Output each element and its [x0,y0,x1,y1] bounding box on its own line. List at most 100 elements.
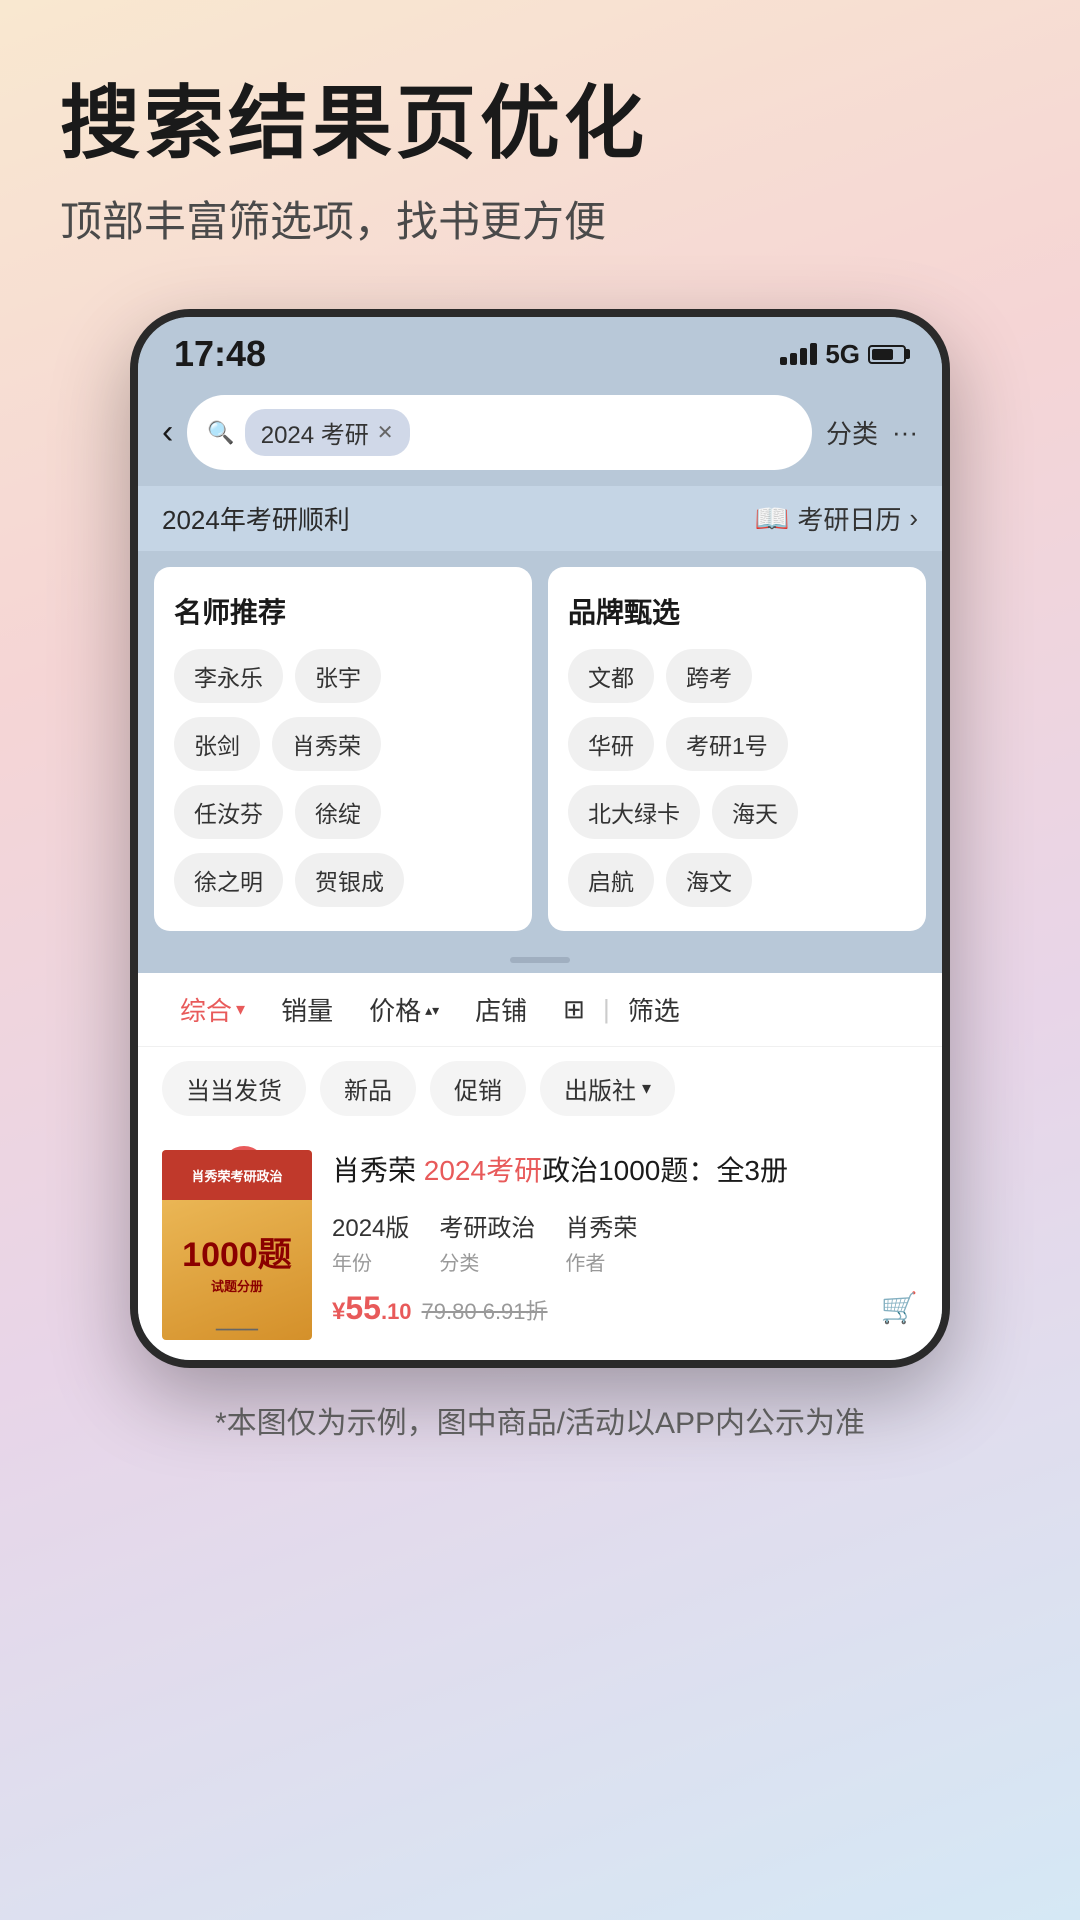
price-main: ¥55.10 [332,1290,412,1327]
search-tag[interactable]: 2024 考研 ✕ [245,409,410,456]
filter-tag-wendu[interactable]: 文都 [568,649,654,703]
quick-tag-dandang[interactable]: 当当发货 [162,1061,306,1116]
meta-year-value: 2024版 [332,1208,409,1243]
filter-row: 文都 跨考 [568,649,906,703]
filter-tag-zhangyu[interactable]: 张宇 [295,649,381,703]
sort-price-arrow-icon: ▴▾ [425,1003,439,1017]
sub-title: 顶部丰富筛选项，找书更方便 [60,188,1020,249]
meta-category-label: 分类 [439,1247,535,1276]
banner-strip: 2024年考研顺利 📖 考研日历 › [138,486,942,551]
product-highlight-text: 2024考研 [424,1155,542,1186]
quick-tag-dandang-text: 当当发货 [186,1071,282,1106]
book-bottom-text: ━━━━━━━ [162,1321,312,1340]
price-integer: 55 [345,1290,381,1326]
quick-filters-bar: 当当发货 新品 促销 出版社 ▾ [138,1047,942,1130]
sort-item-sales[interactable]: 销量 [263,991,351,1028]
filter-tag-qihang[interactable]: 启航 [568,853,654,907]
banner-right-text: 考研日历 [797,500,901,537]
meta-category: 考研政治 分类 [439,1208,535,1276]
sort-label-comprehensive: 综合 [180,991,232,1028]
header-area: 搜索结果页优化 顶部丰富筛选项，找书更方便 [0,0,1080,289]
product-title-rest: 政治1000题：全3册 [542,1155,788,1186]
filter-tag-heyincheng[interactable]: 贺银成 [295,853,404,907]
book-icon: 📖 [754,502,789,535]
main-title: 搜索结果页优化 [60,80,1020,168]
quick-tag-new[interactable]: 新品 [320,1061,416,1116]
filter-label: 筛选 [628,991,680,1028]
banner-right[interactable]: 📖 考研日历 › [754,500,918,537]
filter-tag-haitian[interactable]: 海天 [712,785,798,839]
brand-tags: 文都 跨考 华研 考研1号 北大绿卡 海天 启航 海文 [568,649,906,907]
search-icon: 🔍 [207,420,234,446]
sort-bar: 综合 ▾ 销量 价格 ▴▾ 店铺 ⊞ | 筛选 [138,973,942,1047]
product-image-container: 当当 肖秀荣考研政治 1000题 试题分册 ━━━━━━━ [162,1150,312,1340]
back-button[interactable]: ‹ [162,413,173,452]
filter-row: 李永乐 张宇 [174,649,512,703]
price-row: ¥55.10 79.80 6.91折 [332,1290,548,1327]
search-box[interactable]: 🔍 2024 考研 ✕ [187,395,812,470]
filter-tag-zhangjian[interactable]: 张剑 [174,717,260,771]
meta-category-value: 考研政治 [439,1208,535,1243]
filter-tag-beida[interactable]: 北大绿卡 [568,785,700,839]
filter-row: 徐之明 贺银成 [174,853,512,907]
sort-label-shop: 店铺 [475,991,527,1028]
filter-row: 启航 海文 [568,853,906,907]
sort-item-shop[interactable]: 店铺 [457,991,545,1028]
filter-row: 华研 考研1号 [568,717,906,771]
book-number-text: 1000题 [182,1227,292,1276]
phone-mockup: 17:48 5G ‹ 🔍 [130,309,950,1368]
product-title: 肖秀荣 2024考研政治1000题：全3册 [332,1150,918,1192]
sort-label-sales: 销量 [281,991,333,1028]
sort-item-comprehensive[interactable]: 综合 ▾ [162,991,263,1028]
famous-teacher-tags: 李永乐 张宇 张剑 肖秀荣 任汝芬 徐绽 徐之明 贺银成 [174,649,512,907]
scroll-indicator [138,947,942,973]
filter-tag-renrufen[interactable]: 任汝芬 [174,785,283,839]
quick-tag-publisher[interactable]: 出版社 ▾ [540,1061,675,1116]
product-item[interactable]: 当当 肖秀荣考研政治 1000题 试题分册 ━━━━━━━ 肖秀荣 2024考研… [138,1130,942,1360]
filter-tag-kaoyanhao[interactable]: 考研1号 [666,717,788,771]
status-time: 17:48 [174,333,266,375]
filter-tag-xuzhiming[interactable]: 徐之明 [174,853,283,907]
meta-year-label: 年份 [332,1247,409,1276]
filter-tag-xiaoxurong[interactable]: 肖秀荣 [272,717,381,771]
meta-author-label: 作者 [565,1247,637,1276]
famous-teacher-card: 名师推荐 李永乐 张宇 张剑 肖秀荣 任汝芬 徐绽 徐之明 [154,567,532,931]
banner-left-text: 2024年考研顺利 [162,500,350,537]
quick-tag-publisher-text: 出版社 [564,1071,636,1106]
quick-tag-promo[interactable]: 促销 [430,1061,526,1116]
meta-year: 2024版 年份 [332,1208,409,1276]
filter-tag-huayan[interactable]: 华研 [568,717,654,771]
filter-row: 北大绿卡 海天 [568,785,906,839]
footer-note-text: *本图仅为示例，图中商品/活动以APP内公示为准 [215,1407,865,1440]
battery-icon [868,345,906,364]
add-to-cart-button[interactable]: 🛒 [881,1291,918,1326]
search-tag-close-icon[interactable]: ✕ [377,420,394,445]
more-button[interactable]: ··· [892,417,918,448]
quick-tag-new-text: 新品 [344,1071,392,1106]
chevron-right-icon: › [909,503,918,534]
filter-tag-xuzhan[interactable]: 徐绽 [295,785,381,839]
status-icons: 5G [780,339,906,370]
price-old: 79.80 6.91折 [422,1294,548,1326]
price-cart-row: ¥55.10 79.80 6.91折 🛒 [332,1290,918,1327]
status-bar: 17:48 5G [138,317,942,383]
filter-btn[interactable]: 筛选 [610,991,698,1028]
classify-button[interactable]: 分类 [826,414,878,451]
search-area: ‹ 🔍 2024 考研 ✕ 分类 ··· [138,383,942,486]
quick-tag-promo-text: 促销 [454,1071,502,1106]
brand-card: 品牌甄选 文都 跨考 华研 考研1号 北大绿卡 海天 启航 [548,567,926,931]
filter-tag-kuakao[interactable]: 跨考 [666,649,752,703]
meta-author: 肖秀荣 作者 [565,1208,637,1276]
filter-tag-haiwen[interactable]: 海文 [666,853,752,907]
filter-tag-liyongle[interactable]: 李永乐 [174,649,283,703]
sort-item-price[interactable]: 价格 ▴▾ [351,991,457,1028]
footer-note: *本图仅为示例，图中商品/活动以APP内公示为准 [0,1368,1080,1472]
brand-title: 品牌甄选 [568,591,906,631]
meta-author-value: 肖秀荣 [565,1208,637,1243]
price-decimal: .10 [381,1299,412,1324]
book-cover-image: 肖秀荣考研政治 1000题 试题分册 ━━━━━━━ [162,1150,312,1340]
filter-row: 张剑 肖秀荣 [174,717,512,771]
signal-bars-icon [780,343,817,365]
sort-item-grid[interactable]: ⊞ [545,994,603,1025]
grid-icon: ⊞ [563,994,585,1025]
